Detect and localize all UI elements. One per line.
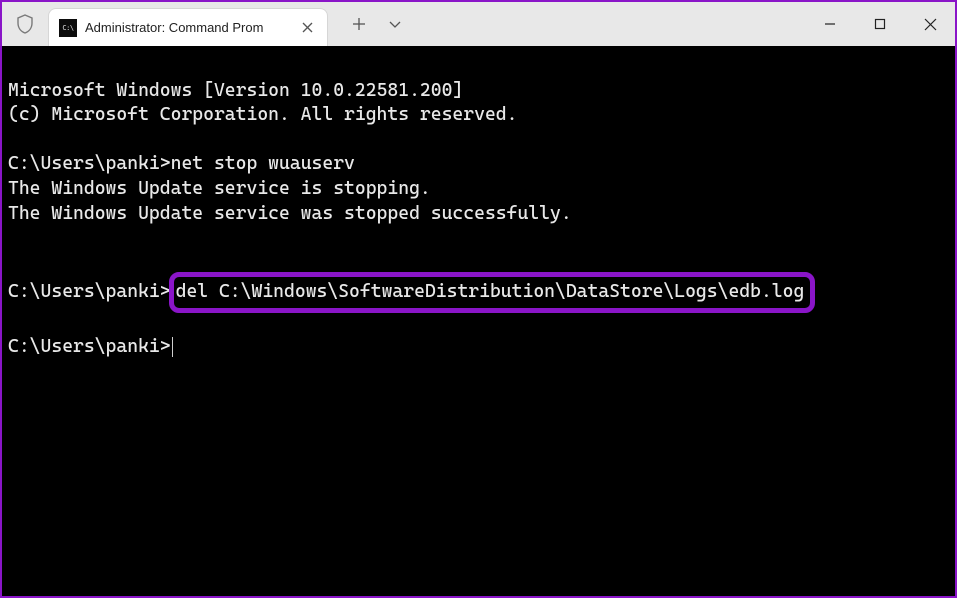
close-icon xyxy=(302,22,313,33)
tab-close-button[interactable] xyxy=(297,18,317,38)
text-cursor xyxy=(172,337,173,357)
minimize-icon xyxy=(824,18,836,30)
app-window: C:\ Administrator: Command Prom xyxy=(0,0,957,598)
titlebar-drag-region[interactable] xyxy=(412,2,805,46)
window-controls xyxy=(805,2,955,46)
maximize-button[interactable] xyxy=(855,2,905,46)
terminal-line: (c) Microsoft Corporation. All rights re… xyxy=(8,104,517,125)
maximize-icon xyxy=(874,18,886,30)
close-icon xyxy=(924,18,937,31)
window-close-button[interactable] xyxy=(905,2,955,46)
new-tab-button[interactable] xyxy=(342,7,376,41)
prompt: C:\Users\panki> xyxy=(8,336,171,357)
tab-active[interactable]: C:\ Administrator: Command Prom xyxy=(48,8,328,46)
terminal-viewport[interactable]: Microsoft Windows [Version 10.0.22581.20… xyxy=(2,46,955,596)
titlebar[interactable]: C:\ Administrator: Command Prom xyxy=(2,2,955,46)
plus-icon xyxy=(352,17,366,31)
prompt: C:\Users\panki> xyxy=(8,281,171,302)
command-text: net stop wuauserv xyxy=(171,153,355,174)
prompt: C:\Users\panki> xyxy=(8,153,171,174)
minimize-button[interactable] xyxy=(805,2,855,46)
terminal-line: C:\Users\panki>del C:\Windows\SoftwareDi… xyxy=(8,281,815,302)
terminal-line: The Windows Update service was stopped s… xyxy=(8,203,572,224)
tab-dropdown-button[interactable] xyxy=(378,7,412,41)
terminal-line: C:\Users\panki> xyxy=(8,336,173,357)
command-text: del C:\Windows\SoftwareDistribution\Data… xyxy=(176,281,805,302)
highlighted-command: del C:\Windows\SoftwareDistribution\Data… xyxy=(169,272,816,313)
chevron-down-icon xyxy=(388,17,402,31)
cmd-icon: C:\ xyxy=(59,19,77,37)
tab-actions xyxy=(328,7,412,41)
terminal-line: The Windows Update service is stopping. xyxy=(8,178,431,199)
tab-title: Administrator: Command Prom xyxy=(85,20,263,35)
shield-icon xyxy=(2,14,48,34)
titlebar-left: C:\ Administrator: Command Prom xyxy=(2,2,412,46)
terminal-line: C:\Users\panki>net stop wuauserv xyxy=(8,153,355,174)
terminal-line: Microsoft Windows [Version 10.0.22581.20… xyxy=(8,80,463,101)
